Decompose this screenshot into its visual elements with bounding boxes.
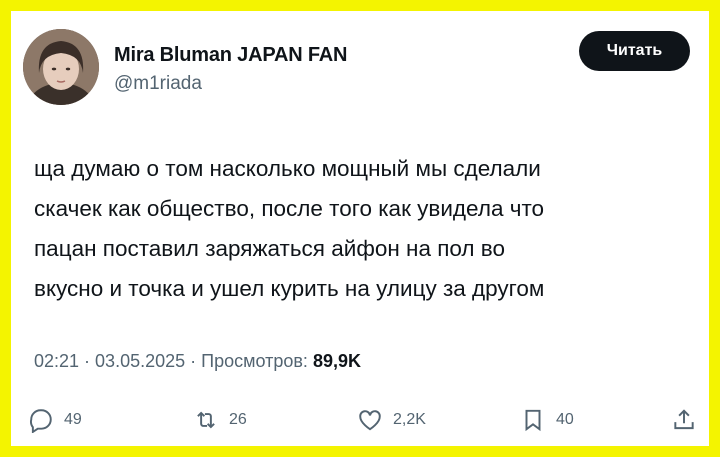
like-count: 2,2K	[393, 411, 426, 428]
bookmark-icon	[525, 409, 541, 432]
share-button[interactable]	[671, 404, 697, 436]
author-handle[interactable]: @m1riada	[114, 73, 202, 95]
reply-icon	[30, 409, 52, 433]
tweet-time[interactable]: 02:21	[34, 351, 79, 371]
reply-count: 49	[64, 411, 82, 428]
reply-button[interactable]: 49	[28, 404, 82, 436]
avatar[interactable]	[23, 29, 99, 105]
meta-separator: ·	[185, 351, 202, 371]
tweet-text: ща думаю о том насколько мощный мы сдела…	[34, 149, 699, 309]
bookmark-button[interactable]: 40	[520, 404, 574, 436]
views-label: Просмотров:	[201, 351, 308, 371]
meta-separator: ·	[79, 351, 96, 371]
views-count: 89,9K	[312, 351, 361, 371]
retweet-icon	[197, 411, 215, 429]
retweet-button[interactable]: 26	[193, 404, 247, 436]
tweet-line: пацан поставил заряжаться айфон на пол в…	[34, 236, 506, 261]
tweet-date[interactable]: 03.05.2025	[95, 351, 185, 371]
like-button[interactable]: 2,2K	[357, 404, 426, 436]
share-icon	[674, 409, 694, 430]
heart-icon	[359, 410, 381, 431]
avatar-photo	[23, 29, 99, 105]
tweet-meta: 02:21 · 03.05.2025 · Просмотров: 89,9K	[34, 351, 361, 372]
author-display-name[interactable]: Mira Bluman JAPAN FAN	[114, 44, 347, 67]
tweet-line: скачек как общество, после того как увид…	[34, 196, 545, 221]
tweet-line: вкусно и точка и ушел курить на улицу за…	[34, 276, 545, 301]
follow-button[interactable]: Читать	[579, 31, 690, 71]
bookmark-count: 40	[556, 411, 574, 428]
action-bar: 49 26 2,2K 40	[11, 404, 709, 436]
tweet-line: ща думаю о том насколько мощный мы сдела…	[34, 156, 541, 181]
retweet-count: 26	[229, 411, 247, 428]
tweet-card: Mira Bluman JAPAN FAN @m1riada Читать ща…	[11, 11, 709, 446]
